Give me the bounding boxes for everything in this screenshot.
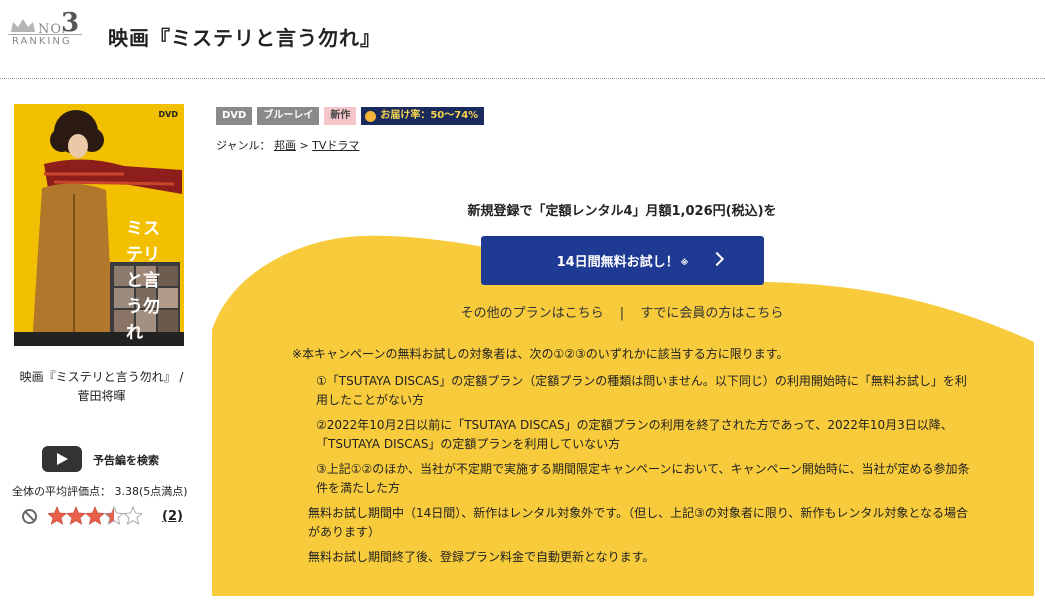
product-caption[interactable]: 映画『ミステリと言う勿れ』 / 菅田将暉 xyxy=(14,368,189,406)
other-plans-link[interactable]: その他のプランはこちら xyxy=(461,306,604,321)
play-icon[interactable] xyxy=(42,446,82,472)
star-icon xyxy=(66,506,86,525)
campaign-notes: ※本キャンペーンの無料お試しの対象者は、次の①②③のいずれかに該当する方に限りま… xyxy=(292,345,972,573)
ranking-badge: NO. 3 RANKING xyxy=(8,8,82,48)
rating-stars xyxy=(48,506,142,525)
eligibility-condition-3: ③上記①②のほか、当社が不定期で実施する期間限定キャンペーンにおいて、キャンペー… xyxy=(316,462,970,495)
cover-title-text: ミステリと言う勿れ xyxy=(126,219,160,343)
chevron-right-icon xyxy=(709,251,725,267)
member-login-link[interactable]: すでに会員の方はこちら xyxy=(640,306,783,321)
breadcrumb-separator: > xyxy=(299,139,309,152)
bluray-badge: ブルーレイ xyxy=(257,107,320,125)
eligibility-condition-2: ②2022年10月2日以前に「TSUTAYA DISCAS」の定額プランの利用を… xyxy=(316,418,953,451)
ranking-word: RANKING xyxy=(12,36,72,47)
campaign-notes-heading: ※本キャンペーンの無料お試しの対象者は、次の①②③のいずれかに該当する方に限りま… xyxy=(292,347,789,361)
dvd-badge: DVD xyxy=(216,107,253,125)
genre-link-tv-drama[interactable]: TVドラマ xyxy=(312,139,359,152)
review-count-link[interactable]: (2) xyxy=(162,509,183,524)
header-divider xyxy=(0,78,1045,79)
cover-format-label: DVD xyxy=(158,110,178,119)
average-rating-text: 全体の平均評価点： 3.38(5点満点) xyxy=(12,485,188,498)
crown-icon xyxy=(11,19,35,32)
genre-label: ジャンル： xyxy=(216,139,271,152)
dvd-cover-image[interactable]: DVD ミステリと言う勿れ xyxy=(14,104,184,346)
free-trial-note-mark: ※ xyxy=(680,258,689,267)
delivery-rate-label: お届け率：50～74% xyxy=(380,110,479,121)
plan-links: その他のプランはこちら | すでに会員の方はこちら xyxy=(212,302,1032,321)
new-release-note: 無料お試し期間中（14日間）、新作はレンタル対象外です。（但し、上記③の対象者に… xyxy=(308,506,968,539)
page-title: 映画『ミステリと言う勿れ』 xyxy=(108,26,381,50)
star-half-icon xyxy=(104,506,124,525)
ranking-divider xyxy=(8,34,82,35)
delivery-rate-badge: お届け率：50～74% xyxy=(361,107,485,125)
prohibited-icon[interactable] xyxy=(22,509,37,524)
eligibility-condition-1: ①「TSUTAYA DISCAS」の定額プラン（定額プランの種類は問いません。以… xyxy=(316,374,967,407)
free-trial-label[interactable]: 14日間無料お試し！ xyxy=(557,251,679,270)
genre-breadcrumb: ジャンル： 邦画 > TVドラマ xyxy=(216,137,359,153)
auto-renew-note: 無料お試し期間終了後、登録プラン料金で自動更新となります。 xyxy=(308,550,655,564)
free-trial-button[interactable]: 14日間無料お試し！ ※ xyxy=(481,236,764,285)
trailer-search-label[interactable]: 予告編を検索 xyxy=(93,452,159,468)
star-icon xyxy=(48,506,67,525)
new-release-badge: 新作 xyxy=(324,107,357,125)
link-divider: | xyxy=(619,306,625,321)
campaign-lead-text: 新規登録で「定額レンタル4」月額1,026円(税込)を xyxy=(467,204,777,219)
genre-link-japanese-film[interactable]: 邦画 xyxy=(274,139,296,152)
format-badges: DVD ブルーレイ 新作 お届け率：50～74% xyxy=(216,107,485,125)
star-empty-icon xyxy=(123,506,142,525)
star-icon xyxy=(85,506,105,525)
delivery-rate-icon xyxy=(365,110,377,122)
